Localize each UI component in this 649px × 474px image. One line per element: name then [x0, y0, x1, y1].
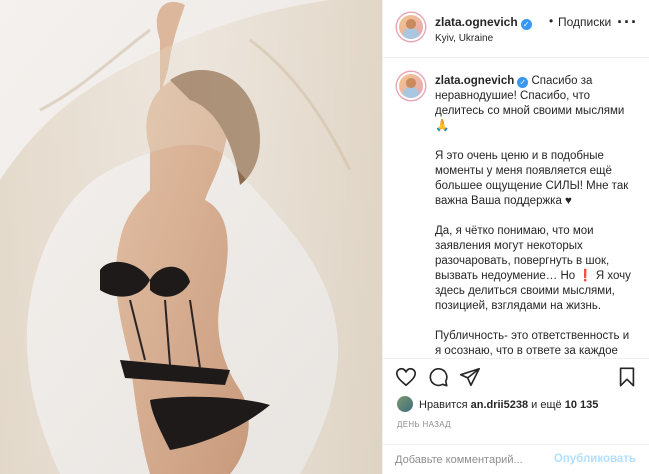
caption-author-avatar[interactable] [397, 72, 425, 100]
likes-count[interactable]: 10 135 [565, 399, 599, 411]
separator-dot: • [549, 14, 554, 28]
following-button[interactable]: Подписки [558, 15, 611, 29]
comment-input[interactable] [395, 451, 555, 469]
caption-text: zlata.ognevich ✓ Спасибо за неравнодушие!… [435, 74, 635, 357]
likes-prefix: Нравится [419, 399, 468, 411]
post-comment-button[interactable]: Опубликовать [554, 453, 636, 465]
comment-icon[interactable] [427, 366, 449, 388]
author-username-text[interactable]: zlata.ognevich [435, 15, 518, 29]
caption-paragraph-4: Публичность- это ответственность и я осо… [435, 330, 630, 357]
post-sidebar: zlata.ognevich ✓ • Подписки Kyiv, Ukraine… [382, 0, 649, 474]
caption-paragraph-2: Я это очень ценю и в подобные моменты у … [435, 150, 629, 207]
caption-paragraph-1: zlata.ognevich ✓ Спасибо за неравнодушие!… [435, 74, 635, 134]
likes-text: Нравится an.drii5238 и ещё 10 135 [419, 399, 598, 411]
like-heart-icon[interactable] [395, 366, 417, 388]
verified-badge-icon: ✓ [517, 77, 529, 88]
post-photo[interactable] [0, 0, 382, 474]
verified-badge-icon: ✓ [520, 19, 532, 30]
save-bookmark-icon[interactable] [616, 366, 638, 388]
author-username[interactable]: zlata.ognevich ✓ [435, 15, 532, 30]
instagram-post: zlata.ognevich ✓ • Подписки Kyiv, Ukraine… [0, 0, 649, 474]
more-options-icon[interactable]: ··· [617, 12, 638, 33]
author-avatar[interactable] [397, 13, 425, 41]
post-actions: Нравится an.drii5238 и ещё 10 135 ДЕНЬ Н… [383, 358, 649, 444]
post-timestamp[interactable]: ДЕНЬ НАЗАД [397, 420, 451, 429]
share-icon[interactable] [459, 366, 481, 388]
likes-conj: и ещё [531, 399, 562, 411]
add-comment-bar: Опубликовать [383, 444, 649, 474]
comments-area[interactable]: zlata.ognevich ✓ Спасибо за неравнодушие!… [383, 59, 649, 357]
photo-image [0, 0, 382, 474]
post-header: zlata.ognevich ✓ • Подписки Kyiv, Ukraine… [383, 0, 649, 58]
liker-avatar[interactable] [397, 396, 413, 412]
caption-paragraph-3: Да, я чётко понимаю, что мои заявления м… [435, 225, 631, 312]
caption-username[interactable]: zlata.ognevich [435, 75, 514, 87]
location-link[interactable]: Kyiv, Ukraine [435, 33, 493, 44]
liker-username[interactable]: an.drii5238 [471, 399, 528, 411]
